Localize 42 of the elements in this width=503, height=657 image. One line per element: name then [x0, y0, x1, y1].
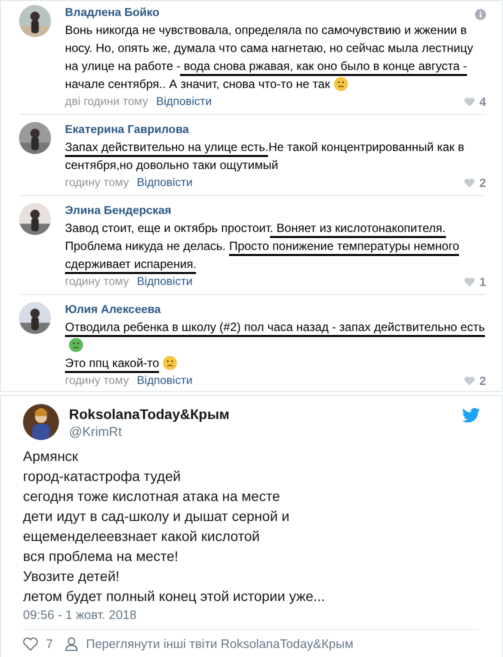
tweet-author-handle[interactable]: @KrimRt — [69, 422, 452, 440]
heart-icon[interactable] — [23, 637, 38, 652]
info-icon[interactable] — [475, 9, 486, 20]
heart-icon — [464, 376, 476, 386]
reply-link[interactable]: Відповісти — [136, 372, 193, 390]
reply-link[interactable]: Відповісти — [136, 174, 193, 192]
tweet-text-line: Увозите детей! — [23, 567, 120, 586]
comment-author[interactable]: Элина Бендерская — [65, 203, 172, 219]
tweet-author-name[interactable]: RoksolanaToday&Крым — [69, 404, 452, 422]
heart-icon — [464, 178, 476, 188]
comment-author[interactable]: Юлия Алексеева — [65, 302, 161, 318]
heart-icon — [464, 97, 476, 107]
comment-text: Запах действительно на улице есть.Не такой концентрированный как в сентября,но довольно таки ощутимый — [65, 139, 466, 174]
comment-author[interactable]: Екатерина Гаврилова — [65, 122, 189, 138]
like-count[interactable]: 2 — [464, 174, 486, 192]
comment-time[interactable]: дві години тому — [65, 94, 148, 110]
tweet-text-line: дети идут в сад-школу и дышат серной и — [23, 507, 290, 526]
comment-time[interactable]: годину тому — [65, 372, 129, 390]
reply-link[interactable]: Відповісти — [136, 274, 193, 290]
tweet-text-line: город-катастрофа тудей — [23, 467, 182, 486]
like-count[interactable]: 2 — [464, 372, 486, 390]
like-count[interactable]: 1 — [464, 273, 486, 291]
person-icon — [64, 637, 78, 652]
tweet-text-line: сегодня тоже кислотная атака на месте — [23, 487, 281, 506]
like-count[interactable]: 4 — [464, 93, 486, 111]
like-count: 7 — [46, 636, 53, 653]
tweet-text-line: вся проблема на месте! — [23, 547, 180, 566]
comment-time[interactable]: годину тому — [65, 174, 129, 192]
more-tweets-link[interactable]: Переглянути інші твіти RoksolanaToday&Крым — [86, 635, 354, 654]
tweet-text-line: ещеменделеевзнает какой кислотой — [23, 527, 261, 546]
heart-icon — [464, 277, 476, 287]
reply-link[interactable]: Відповісти — [156, 94, 212, 110]
comment-text: Вонь никогда не чувствовала, определяла по самочувствию и жжении в носу. Но, опять же, думала что сама нагнетаю, но сейчас мыла лестницу на улице на работе - вода снова ржавая, как оно было в конце августа - начале сентября.. А значит, снова что-то не так — [65, 22, 474, 93]
comment-time[interactable]: годину тому — [65, 274, 129, 290]
comment-author[interactable]: Владлена Бойко — [65, 5, 160, 21]
comment-text: Это ппц какой-то — [65, 354, 486, 372]
comment-text: Завод стоит, еще и октябрь простоит. Воняет из кислотонакопителя. Проблема никуда не делась. Просто понижение температуры немного сдерживает испарения. — [65, 219, 486, 273]
tweet-text-line: летом будет полный конец этой истории уже... — [23, 587, 326, 606]
comment-text: Отводила ребенка в школу (#2) пол часа назад - запах действительно есть — [65, 318, 486, 354]
tweet-date[interactable]: 09:56 - 1 жовт. 2018 — [23, 606, 480, 624]
bird-icon[interactable] — [462, 408, 480, 423]
tweet-text-line: Армянск — [23, 447, 80, 466]
